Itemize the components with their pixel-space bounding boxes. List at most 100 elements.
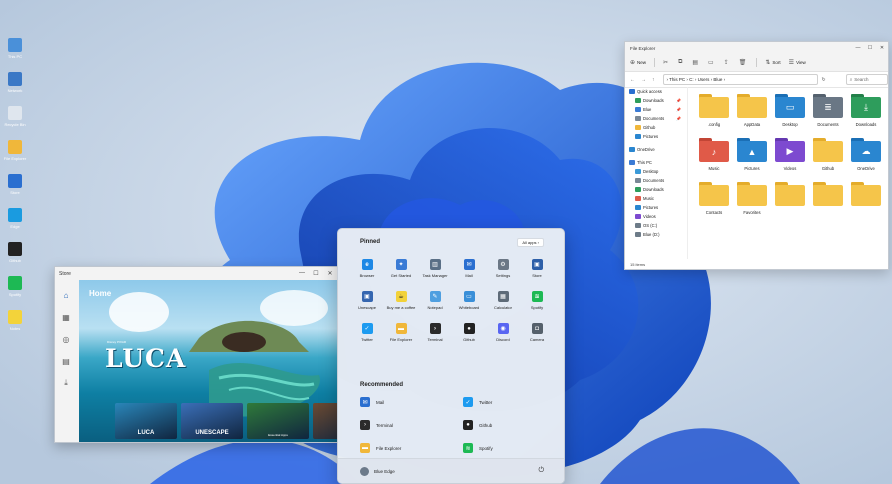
explorer-title-bar[interactable]: File Explorer — ☐ ✕	[625, 42, 888, 54]
pinned-app-unescape[interactable]: ▣ Unescape	[350, 291, 384, 315]
close-icon[interactable]: ✕	[876, 45, 888, 51]
folder-item[interactable]: ▶ Videos	[771, 138, 809, 179]
download-icon[interactable]: ⤓	[59, 376, 73, 390]
new-button[interactable]: ⊕ New	[630, 59, 646, 66]
tree-item-desktop[interactable]: Desktop	[625, 167, 687, 176]
tree-item-videos[interactable]: Videos	[625, 212, 687, 221]
rename-button[interactable]: ▭	[708, 59, 716, 66]
desktop-shortcut[interactable]: Store	[2, 174, 28, 206]
hero-title[interactable]: LUCA	[105, 344, 186, 373]
store-tile[interactable]: LUCA	[115, 403, 177, 439]
tree-item-documents[interactable]: Documents	[625, 176, 687, 185]
recommended-item-mail[interactable]: ✉ Mail	[360, 396, 463, 408]
view-button[interactable]: ☰ View	[789, 59, 806, 66]
all-apps-button[interactable]: All apps ›	[517, 238, 544, 247]
desktop-shortcut[interactable]: Network	[2, 72, 28, 104]
search-input[interactable]: ⌕ Search	[845, 74, 888, 85]
pinned-app-twitter[interactable]: ✓ Twitter	[350, 323, 384, 347]
pinned-app-discord[interactable]: ◉ Discord	[486, 323, 520, 347]
pinned-app-mail[interactable]: ✉ Mail	[452, 259, 486, 283]
pinned-app-whiteboard[interactable]: ▭ Whiteboard	[452, 291, 486, 315]
close-icon[interactable]: ✕	[323, 270, 337, 277]
gaming-icon[interactable]: ◎	[59, 332, 73, 346]
desktop-shortcut[interactable]: File Explorer	[2, 140, 28, 172]
power-icon[interactable]: ⏻	[538, 467, 544, 475]
recommended-item-github[interactable]: ● Github	[463, 419, 550, 431]
tree-item-music[interactable]: Music	[625, 194, 687, 203]
pinned-app-browser[interactable]: e Browser	[350, 259, 384, 283]
recommended-item-twitter[interactable]: ✓ Twitter	[463, 396, 550, 408]
folder-item[interactable]: ▭ Desktop	[771, 94, 809, 135]
folder-item[interactable]: AppData	[733, 94, 771, 135]
home-icon[interactable]: ⌂	[59, 288, 73, 302]
folder-item[interactable]: ♪ Music	[695, 138, 733, 179]
apps-icon[interactable]: ▦	[59, 310, 73, 324]
folder-item[interactable]: Contacts	[695, 182, 733, 223]
store-hero-banner[interactable]: Home Disney PIXAR LUCA LUCA UNESCAPE Essen…	[79, 280, 337, 442]
pinned-app-get-started[interactable]: ✦ Get Started	[384, 259, 418, 283]
store-tile[interactable]	[313, 403, 337, 439]
recommended-item-file-explorer[interactable]: ▬ File Explorer	[360, 442, 463, 454]
tree-item-this-pc[interactable]: This PC	[625, 158, 687, 167]
desktop-shortcut[interactable]: Github	[2, 242, 28, 274]
minimize-icon[interactable]: —	[295, 270, 309, 277]
tree-item-quick-access[interactable]: Quick access	[625, 87, 687, 96]
folder-item[interactable]: ≣ Documents	[809, 94, 847, 135]
up-icon[interactable]: ↑	[652, 77, 655, 83]
forward-icon[interactable]: →	[641, 77, 646, 83]
folder-item[interactable]	[771, 182, 809, 223]
tree-item-onedrive[interactable]: OneDrive	[625, 145, 687, 154]
desktop-shortcut[interactable]: Spotify	[2, 276, 28, 308]
sort-button[interactable]: ⇅ Sort	[765, 59, 780, 66]
pinned-app-calculator[interactable]: ▦ Calculator	[486, 291, 520, 315]
desktop-shortcut[interactable]: Edge	[2, 208, 28, 240]
folder-item[interactable]	[809, 182, 847, 223]
movies-icon[interactable]: ▤	[59, 354, 73, 368]
desktop-shortcut[interactable]: Recycle Bin	[2, 106, 28, 138]
pinned-app-task-manager[interactable]: ▥ Task Manager	[418, 259, 452, 283]
folder-item[interactable]: .config	[695, 94, 733, 135]
user-avatar[interactable]	[360, 466, 369, 476]
folder-item[interactable]: ⤓ Downloads	[847, 94, 885, 135]
folder-item[interactable]: ☁ OneDrive	[847, 138, 885, 179]
back-icon[interactable]: ←	[630, 77, 635, 83]
cut-button[interactable]: ✂	[663, 59, 670, 66]
address-path[interactable]: › This PC › C: › Users › Blue ›	[662, 74, 818, 85]
folder-item[interactable]: Github	[809, 138, 847, 179]
tree-item-downloads[interactable]: Downloads 📌	[625, 96, 687, 105]
desktop-shortcut[interactable]: This PC	[2, 38, 28, 70]
copy-button[interactable]: ⧉	[678, 59, 684, 66]
tree-item-pictures[interactable]: Pictures	[625, 132, 687, 141]
user-name[interactable]: Blue Edge	[374, 469, 395, 474]
store-title-bar[interactable]: Store — ☐ ✕	[55, 267, 337, 280]
pinned-app-spotify[interactable]: ≋ Spotify	[520, 291, 554, 315]
tree-item-github[interactable]: Github	[625, 123, 687, 132]
tree-item-os-c[interactable]: OS (C:)	[625, 221, 687, 230]
folder-item[interactable]	[847, 182, 885, 223]
refresh-icon[interactable]: ↻	[822, 77, 826, 83]
pinned-app-store[interactable]: ▣ Store	[520, 259, 554, 283]
minimize-icon[interactable]: —	[852, 45, 864, 51]
recommended-item-spotify[interactable]: ≋ Spotify	[463, 442, 550, 454]
paste-button[interactable]: ▤	[692, 59, 700, 66]
pinned-app-terminal[interactable]: › Terminal	[418, 323, 452, 347]
store-tile[interactable]: UNESCAPE	[181, 403, 243, 439]
tree-item-downloads[interactable]: Downloads	[625, 185, 687, 194]
tree-item-documents[interactable]: Documents 📌	[625, 114, 687, 123]
delete-button[interactable]: 🗑	[739, 59, 749, 66]
pinned-app-buy-me-a-coffee[interactable]: ☕ Buy me a coffee	[384, 291, 418, 315]
maximize-icon[interactable]: ☐	[309, 270, 323, 277]
maximize-icon[interactable]: ☐	[864, 45, 876, 51]
share-button[interactable]: ⇪	[724, 59, 731, 66]
tree-item-pictures[interactable]: Pictures	[625, 203, 687, 212]
store-window[interactable]: Store — ☐ ✕ ⌂ ▦ ◎ ▤ ⤓ Home Disney PIXAR LUCA L…	[54, 266, 338, 443]
pinned-app-github[interactable]: ● Github	[452, 323, 486, 347]
desktop-shortcut[interactable]: Notes	[2, 310, 28, 342]
store-tile[interactable]: Essential Apps	[247, 403, 309, 439]
tree-item-blue-d[interactable]: Blue (D:)	[625, 230, 687, 239]
recommended-item-terminal[interactable]: › Terminal	[360, 419, 463, 431]
pinned-app-notepad[interactable]: ✎ Notepad	[418, 291, 452, 315]
pinned-app-camera[interactable]: ◘ Camera	[520, 323, 554, 347]
folder-item[interactable]: ▲ Pictures	[733, 138, 771, 179]
pinned-app-file-explorer[interactable]: ▬ File Explorer	[384, 323, 418, 347]
